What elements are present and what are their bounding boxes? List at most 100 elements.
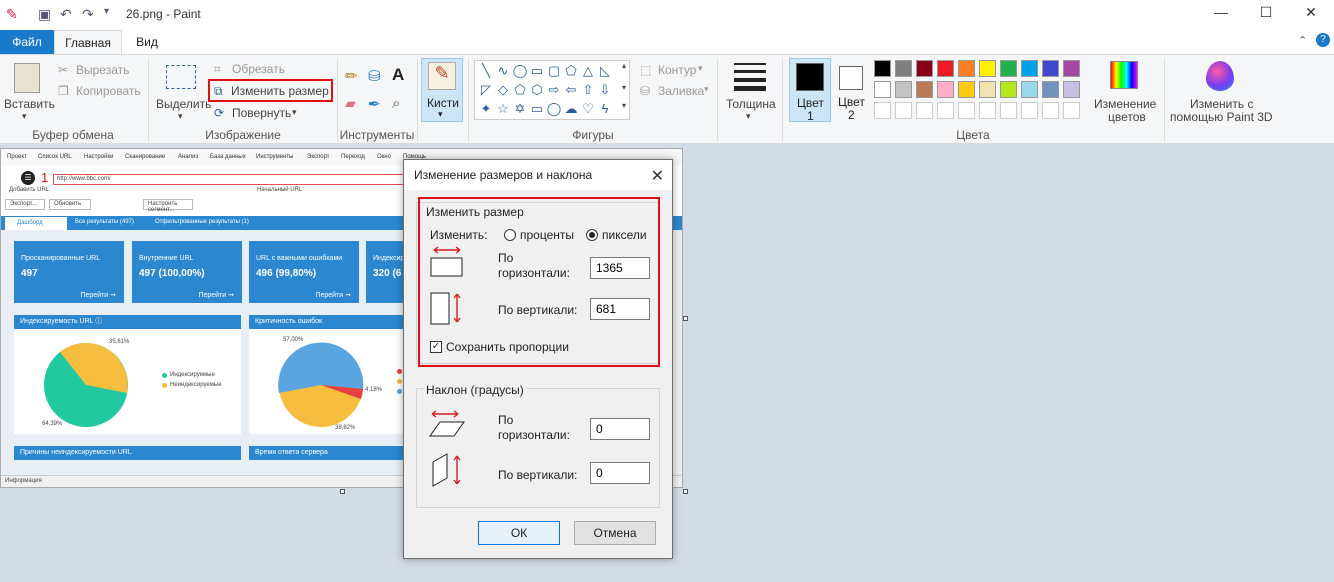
cut-button[interactable]: Вырезать <box>76 63 129 77</box>
shapes-more-icon[interactable]: ▾ <box>622 101 626 110</box>
maximize-icon[interactable]: ☐ <box>1255 4 1277 22</box>
custom-color-slot[interactable] <box>1063 102 1080 119</box>
star5-shape-icon[interactable]: ☆ <box>495 101 511 117</box>
color-swatch[interactable] <box>1063 81 1080 98</box>
close-window-icon[interactable]: ✕ <box>1300 4 1322 22</box>
ok-button[interactable]: ОК <box>478 521 560 545</box>
redo-icon[interactable]: ↷ <box>82 6 94 23</box>
edit-colors-label-1[interactable]: Изменение <box>1094 97 1156 111</box>
copy-button[interactable]: Копировать <box>76 84 141 98</box>
shapes-scroll-down-icon[interactable]: ▾ <box>622 83 626 92</box>
shapes-scroll-up-icon[interactable]: ▴ <box>622 61 626 70</box>
edit-colors-label-2[interactable]: цветов <box>1108 110 1146 124</box>
right-triangle-shape-icon[interactable]: ◺ <box>597 63 613 79</box>
line-shape-icon[interactable]: ╲ <box>478 63 494 79</box>
color-picker-icon[interactable]: ✒ <box>368 95 381 113</box>
curve-shape-icon[interactable]: ∿ <box>495 63 511 79</box>
custom-color-slot[interactable] <box>1000 102 1017 119</box>
save-icon[interactable]: ▣ <box>38 6 51 23</box>
color-swatch[interactable] <box>1063 60 1080 77</box>
help-icon[interactable]: ? <box>1316 33 1330 47</box>
pentagon-shape-icon[interactable]: ⬠ <box>512 82 528 98</box>
custom-color-slot[interactable] <box>874 102 891 119</box>
resize-handle-corner[interactable] <box>683 489 688 494</box>
color-swatch[interactable] <box>958 60 975 77</box>
custom-color-slot[interactable] <box>1021 102 1038 119</box>
magnifier-icon[interactable]: ⌕ <box>392 95 400 112</box>
resize-handle-bottom[interactable] <box>340 489 345 494</box>
edit-colors-icon[interactable] <box>1110 61 1138 89</box>
color-swatch[interactable] <box>916 60 933 77</box>
paste-icon[interactable] <box>14 63 40 93</box>
heart-shape-icon[interactable]: ♡ <box>580 101 596 117</box>
skew-horizontal-input[interactable] <box>590 418 650 440</box>
diamond-shape-icon[interactable]: ◇ <box>495 82 511 98</box>
color-swatch[interactable] <box>1021 60 1038 77</box>
custom-color-slot[interactable] <box>958 102 975 119</box>
custom-color-slot[interactable] <box>1042 102 1059 119</box>
callout-cloud-shape-icon[interactable]: ☁ <box>563 101 579 117</box>
color-swatch[interactable] <box>1021 81 1038 98</box>
custom-color-slot[interactable] <box>895 102 912 119</box>
size-button[interactable]: Толщина <box>726 97 776 111</box>
outline-button[interactable]: Контур <box>658 63 696 77</box>
select-icon[interactable] <box>166 65 196 89</box>
hexagon-shape-icon[interactable]: ⬡ <box>529 82 545 98</box>
skew-vertical-input[interactable] <box>590 462 650 484</box>
custom-color-slot[interactable] <box>937 102 954 119</box>
select-dropdown-icon[interactable]: ▾ <box>178 111 183 122</box>
eraser-icon[interactable]: ▰ <box>345 95 356 112</box>
arrow-right-shape-icon[interactable]: ⇨ <box>546 82 562 98</box>
rounded-rect-shape-icon[interactable]: ▢ <box>546 63 562 79</box>
color-swatch[interactable] <box>937 81 954 98</box>
color-swatch[interactable] <box>895 60 912 77</box>
collapse-ribbon-icon[interactable]: ⌃ <box>1298 34 1307 47</box>
select-button[interactable]: Выделить <box>156 97 211 111</box>
brushes-button[interactable]: ✎ Кисти ▾ <box>421 58 463 122</box>
rectangle-shape-icon[interactable]: ▭ <box>529 63 545 79</box>
custom-color-slot[interactable] <box>979 102 996 119</box>
paint3d-icon[interactable] <box>1206 61 1234 91</box>
tab-view[interactable]: Вид <box>124 30 170 54</box>
color-swatch[interactable] <box>979 81 996 98</box>
color-swatch[interactable] <box>958 81 975 98</box>
arrow-down-shape-icon[interactable]: ⇩ <box>597 82 613 98</box>
color-swatch[interactable] <box>874 81 891 98</box>
tab-home[interactable]: Главная <box>54 30 122 55</box>
color2-button[interactable]: Цвет 2 <box>833 58 869 122</box>
quick-access-dropdown-icon[interactable]: ▾ <box>104 6 109 17</box>
paste-button[interactable]: Вставить <box>4 97 55 111</box>
pencil-icon[interactable]: ✏ <box>345 67 358 85</box>
paint3d-label-2[interactable]: помощью Paint 3D <box>1170 110 1273 124</box>
fill-bucket-icon[interactable]: ⛁ <box>368 67 381 85</box>
cancel-button[interactable]: Отмена <box>574 521 656 545</box>
color-swatch[interactable] <box>1042 60 1059 77</box>
star4-shape-icon[interactable]: ✦ <box>478 101 494 117</box>
paint3d-label-1[interactable]: Изменить с <box>1190 97 1253 111</box>
custom-color-slot[interactable] <box>916 102 933 119</box>
color-swatch[interactable] <box>895 81 912 98</box>
triangle-shape-icon[interactable]: △ <box>580 63 596 79</box>
oval-shape-icon[interactable]: ◯ <box>512 63 528 79</box>
tab-file[interactable]: Файл <box>0 30 54 54</box>
text-tool-icon[interactable]: A <box>392 65 404 85</box>
color-swatch[interactable] <box>1000 60 1017 77</box>
rotate-dropdown-icon[interactable]: ▾ <box>292 107 297 118</box>
dialog-close-icon[interactable]: ✕ <box>651 166 664 186</box>
arrow-left-shape-icon[interactable]: ⇦ <box>563 82 579 98</box>
lightning-shape-icon[interactable]: ϟ <box>597 101 613 116</box>
rotate-button[interactable]: Повернуть <box>232 106 291 120</box>
star6-shape-icon[interactable]: ✡ <box>512 101 528 117</box>
right-triangle-alt-shape-icon[interactable]: ◸ <box>478 82 494 98</box>
color-swatch[interactable] <box>1042 81 1059 98</box>
paste-dropdown-icon[interactable]: ▾ <box>22 111 27 122</box>
color-swatch[interactable] <box>937 60 954 77</box>
color-swatch[interactable] <box>979 60 996 77</box>
callout-oval-shape-icon[interactable]: ◯ <box>546 101 562 117</box>
arrow-up-shape-icon[interactable]: ⇧ <box>580 82 596 98</box>
callout-rect-shape-icon[interactable]: ▭ <box>529 101 545 117</box>
resize-handle-right[interactable] <box>683 316 688 321</box>
undo-icon[interactable]: ↶ <box>60 6 72 23</box>
polygon-shape-icon[interactable]: ⬠ <box>563 63 579 79</box>
color-swatch[interactable] <box>874 60 891 77</box>
